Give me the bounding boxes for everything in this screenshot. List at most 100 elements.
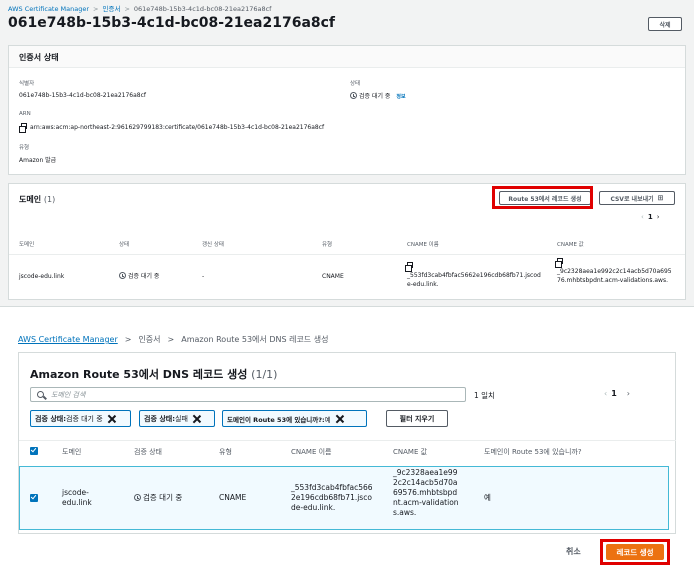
status-text: 검증 대기 중 — [128, 273, 160, 280]
panel-title-text: Amazon Route 53에서 DNS 레코드 생성 — [30, 368, 248, 381]
column-header[interactable]: 검증 상태 — [134, 447, 162, 457]
export-icon: ⊞ — [657, 194, 664, 202]
breadcrumb-separator: > — [167, 335, 175, 344]
status-value: 검증 대기 중 정보 — [350, 91, 406, 100]
filter-key: 검증 상태: — [35, 414, 66, 423]
breadcrumb-current: Amazon Route 53에서 DNS 레코드 생성 — [181, 335, 329, 344]
filter-chip-failed[interactable]: 검증 상태: 실패 — [139, 410, 215, 427]
column-header[interactable]: CNAME 이름 — [291, 447, 331, 457]
cname-name-text: _553fd3cab4fbfac5662e196cdb68fb71.jscode… — [407, 272, 541, 288]
column-header[interactable]: CNAME 이름 — [407, 240, 439, 248]
close-icon[interactable] — [192, 414, 202, 424]
breadcrumb-acm[interactable]: AWS Certificate Manager — [18, 335, 118, 344]
pagination: ‹ 1 › — [600, 389, 634, 398]
cname-name-cell: _553fd3cab4fbfac5662e196cdb68fb71.jscode… — [291, 483, 373, 512]
page-title: 061e748b-15b3-4c1d-bc08-21ea2176a8cf — [8, 15, 336, 31]
panel-title: 인증서 상태 — [19, 53, 59, 62]
breadcrumb-acm[interactable]: AWS Certificate Manager — [8, 5, 89, 13]
domains-count: (1) — [43, 195, 56, 204]
pagination: ‹ 1 › — [637, 213, 664, 221]
prev-page-icon[interactable]: ‹ — [641, 213, 644, 221]
panel-title: Amazon Route 53에서 DNS 레코드 생성 (1/1) — [30, 366, 277, 382]
cname-value-text: _9c2328aea1e992c2c14acb5d70a69576.mhbtsb… — [557, 268, 672, 284]
certificate-status-panel: 인증서 상태 식별자 061e748b-15b3-4c1d-bc08-21ea2… — [8, 45, 686, 175]
domains-title: 도메인 — [19, 195, 42, 204]
type-value: Amazon 발급 — [19, 157, 57, 164]
filter-value: 예 — [324, 415, 331, 424]
select-all-checkbox[interactable] — [30, 447, 38, 455]
divider — [9, 254, 685, 255]
filter-chip-pending[interactable]: 검증 상태: 검증 대기 중 — [30, 410, 131, 427]
prev-page-icon[interactable]: ‹ — [604, 389, 607, 398]
screenshot-divider — [0, 306, 694, 320]
column-header[interactable]: 갱신 상태 — [202, 240, 224, 248]
info-link[interactable]: 정보 — [396, 94, 405, 100]
domain-search-input[interactable]: 도메인 검색 — [30, 387, 466, 402]
highlight-box — [600, 539, 670, 565]
export-csv-label: CSV로 내보내기 — [610, 195, 654, 203]
divider — [19, 440, 676, 441]
clear-filters-button[interactable]: 필터 지우기 — [386, 410, 448, 427]
column-header[interactable]: 유형 — [219, 447, 232, 457]
close-icon[interactable] — [107, 414, 117, 424]
status-cell: 검증 대기 중 — [119, 272, 159, 281]
type-cell: CNAME — [219, 493, 247, 502]
search-placeholder: 도메인 검색 — [51, 391, 86, 399]
filter-key: 도메인이 Route 53에 있습니까?: — [227, 415, 325, 424]
selection-count: (1/1) — [251, 368, 278, 381]
next-page-icon[interactable]: › — [657, 213, 660, 221]
panel-title: 도메인 (1) — [19, 194, 55, 205]
copy-icon[interactable] — [405, 262, 413, 272]
copy-icon[interactable] — [555, 258, 563, 268]
close-icon[interactable] — [335, 414, 345, 424]
page-number[interactable]: 1 — [611, 389, 617, 398]
identifier-label: 식별자 — [19, 81, 35, 87]
cname-name-cell: _553fd3cab4fbfac5662e196cdb68fb71.jscode… — [405, 262, 543, 289]
row-checkbox[interactable] — [30, 494, 38, 502]
breadcrumb: AWS Certificate Manager > 인증서 > Amazon Route… — [18, 334, 328, 345]
column-header[interactable]: 도메인 — [62, 447, 81, 457]
column-header[interactable]: 유형 — [322, 240, 332, 248]
next-page-icon[interactable]: › — [627, 389, 630, 398]
breadcrumb-current: 061e748b-15b3-4c1d-bc08-21ea2176a8cf — [133, 5, 272, 13]
pending-icon — [119, 272, 126, 279]
delete-button[interactable]: 삭제 — [648, 17, 682, 31]
cname-value-cell: _9c2328aea1e992c2c14acb5d70a69576.mhbtsb… — [555, 258, 675, 285]
arn-text: arn:aws:acm:ap-northeast-2:961629799183:… — [30, 124, 325, 131]
in-route53-cell: 예 — [484, 493, 491, 502]
copy-icon[interactable] — [19, 123, 27, 133]
breadcrumb: AWS Certificate Manager > 인증서 >061e748b-15b… — [8, 3, 271, 13]
panel-header: 인증서 상태 — [9, 46, 685, 68]
column-header[interactable]: 도메인이 Route 53에 있습니까? — [484, 447, 582, 457]
filter-value: 검증 대기 중 — [66, 414, 103, 423]
type-cell: CNAME — [322, 273, 344, 280]
status-label: 상태 — [350, 81, 361, 87]
certificate-detail-view: AWS Certificate Manager > 인증서 >061e748b-15b… — [0, 0, 694, 306]
domain-cell: jscode-edu.link — [19, 273, 65, 280]
arn-value: arn:aws:acm:ap-northeast-2:961629799183:… — [19, 123, 325, 133]
type-label: 유형 — [19, 145, 30, 151]
cname-value-cell: _9c2328aea1e992c2c14acb5d70a69576.mhbtsb… — [393, 468, 459, 517]
export-csv-button[interactable]: CSV로 내보내기 ⊞ — [599, 191, 675, 205]
domain-cell: jscode-edu.link — [62, 488, 92, 507]
renewal-cell: - — [202, 273, 205, 280]
breadcrumb-certificates[interactable]: 인증서 — [102, 5, 120, 13]
breadcrumb-certificates[interactable]: 인증서 — [138, 335, 160, 344]
breadcrumb-separator: > — [124, 5, 130, 13]
filter-key: 검증 상태: — [144, 414, 175, 423]
match-count: 1 일치 — [474, 391, 495, 400]
search-icon — [37, 391, 44, 398]
page-number[interactable]: 1 — [648, 213, 653, 221]
filter-chip-in-route53[interactable]: 도메인이 Route 53에 있습니까?: 예 — [222, 410, 367, 427]
cancel-button[interactable]: 취소 — [566, 546, 581, 557]
status-text: 검증 대기 중 — [359, 93, 391, 100]
filter-value: 실패 — [175, 414, 188, 423]
column-header[interactable]: 도메인 — [19, 240, 34, 248]
pending-icon — [350, 92, 357, 99]
breadcrumb-separator: > — [124, 335, 132, 344]
status-text: 검증 대기 중 — [143, 493, 183, 502]
column-header[interactable]: 상태 — [119, 240, 129, 248]
breadcrumb-separator: > — [93, 5, 99, 13]
column-header[interactable]: CNAME 값 — [557, 240, 584, 248]
column-header[interactable]: CNAME 값 — [393, 447, 427, 457]
